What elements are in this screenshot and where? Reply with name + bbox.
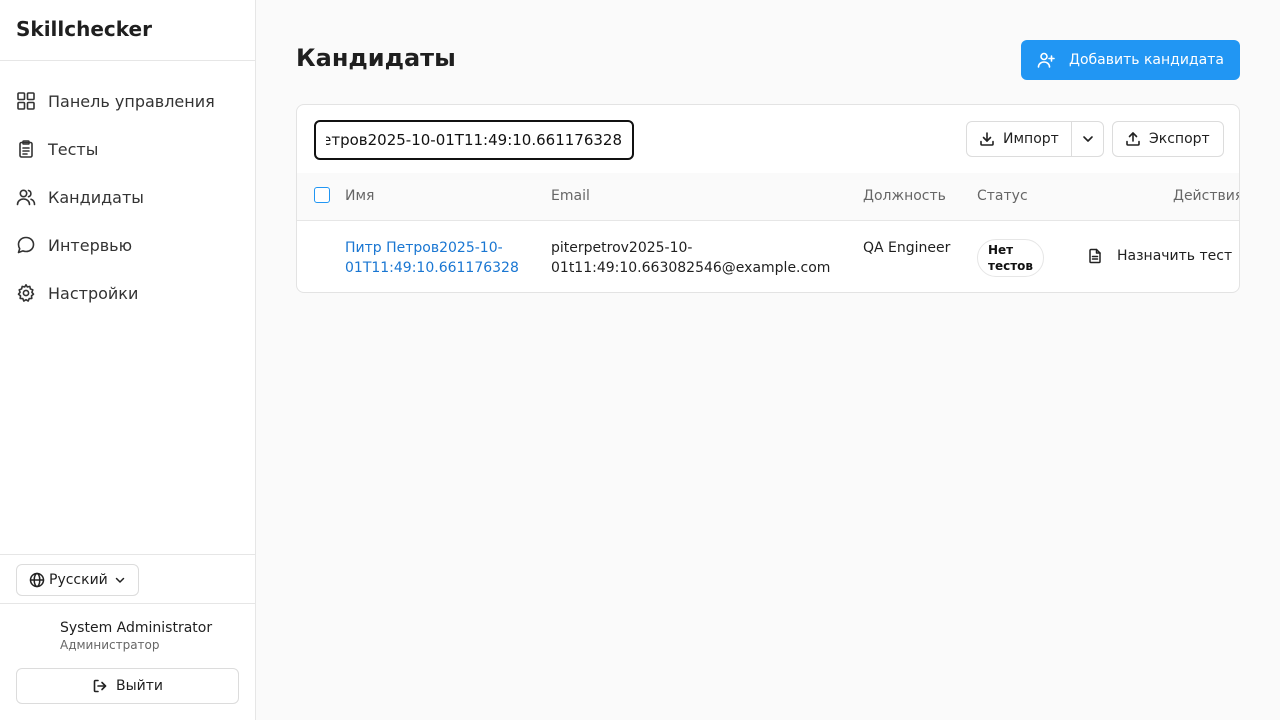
sidebar-nav: Панель управления Тесты Кандидаты Интерв… <box>0 61 255 317</box>
import-label: Импорт <box>1003 131 1059 147</box>
column-header-email[interactable]: Email <box>551 188 590 204</box>
candidate-email: piterpetrov2025-10-01t11:49:10.663082546… <box>551 240 831 276</box>
download-icon <box>980 132 994 146</box>
candidate-name-link[interactable]: Питр Петров2025-10-01T11:49:10.661176328 <box>345 238 535 278</box>
logout-label: Выйти <box>115 678 163 694</box>
export-label: Экспорт <box>1149 131 1210 147</box>
dashboard-icon <box>16 91 36 111</box>
sidebar-item-label: Интервью <box>48 235 133 255</box>
sidebar-item-label: Тесты <box>48 139 99 159</box>
column-header-position[interactable]: Должность <box>863 188 946 204</box>
table-row: Питр Петров2025-10-01T11:49:10.661176328… <box>297 222 1239 292</box>
sidebar-item-settings[interactable]: Настройки <box>0 269 255 317</box>
add-candidate-button[interactable]: Добавить кандидата <box>1021 40 1240 80</box>
sidebar-item-label: Кандидаты <box>48 187 144 207</box>
add-candidate-label: Добавить кандидата <box>1069 52 1224 68</box>
language-label: Русский <box>49 572 108 588</box>
user-role: Администратор <box>60 638 160 652</box>
user-name: System Administrator <box>60 620 213 636</box>
search-input[interactable] <box>316 122 632 158</box>
clipboard-icon <box>16 139 36 159</box>
user-plus-icon <box>1037 52 1055 68</box>
logout-button[interactable]: Выйти <box>16 668 239 704</box>
export-button[interactable]: Экспорт <box>1112 121 1224 157</box>
users-icon <box>16 187 36 207</box>
column-header-status[interactable]: Статус <box>977 188 1028 204</box>
chevron-down-icon <box>1082 136 1093 142</box>
assign-test-label: Назначить тест <box>1117 248 1233 264</box>
user-info: System Administrator Администратор <box>60 620 212 652</box>
import-dropdown-button[interactable] <box>1071 121 1104 157</box>
logout-icon <box>93 679 107 693</box>
candidates-card: Импорт Экспорт Имя Email Должность Стату… <box>296 104 1240 293</box>
sidebar-item-tests[interactable]: Тесты <box>0 125 255 173</box>
import-button[interactable]: Импорт <box>966 121 1072 157</box>
document-icon <box>1089 248 1101 264</box>
language-select[interactable]: Русский <box>16 564 139 596</box>
column-header-actions: Действия <box>1173 188 1240 204</box>
chat-icon <box>16 235 36 255</box>
search-box <box>314 120 634 160</box>
globe-icon <box>29 572 45 588</box>
column-header-name[interactable]: Имя <box>345 188 374 204</box>
select-all-checkbox[interactable] <box>314 187 330 203</box>
upload-icon <box>1126 132 1140 146</box>
sidebar-item-interviews[interactable]: Интервью <box>0 221 255 269</box>
page-title: Кандидаты <box>296 44 456 72</box>
app-logo: Skillchecker <box>0 0 255 61</box>
sidebar-item-candidates[interactable]: Кандидаты <box>0 173 255 221</box>
chevron-down-icon <box>115 577 125 583</box>
sidebar-item-label: Панель управления <box>48 91 215 111</box>
status-badge: Нет тестов <box>977 239 1044 277</box>
sidebar-item-label: Настройки <box>48 283 139 303</box>
sidebar: Skillchecker Панель управления Тесты Кан… <box>0 0 256 720</box>
candidate-position: QA Engineer <box>863 240 951 256</box>
assign-test-button[interactable]: Назначить тест <box>1087 248 1232 264</box>
gear-icon <box>16 283 36 303</box>
language-section: Русский <box>0 554 255 604</box>
table-header: Имя Email Должность Статус Действия <box>297 173 1240 221</box>
sidebar-item-dashboard[interactable]: Панель управления <box>0 77 255 125</box>
